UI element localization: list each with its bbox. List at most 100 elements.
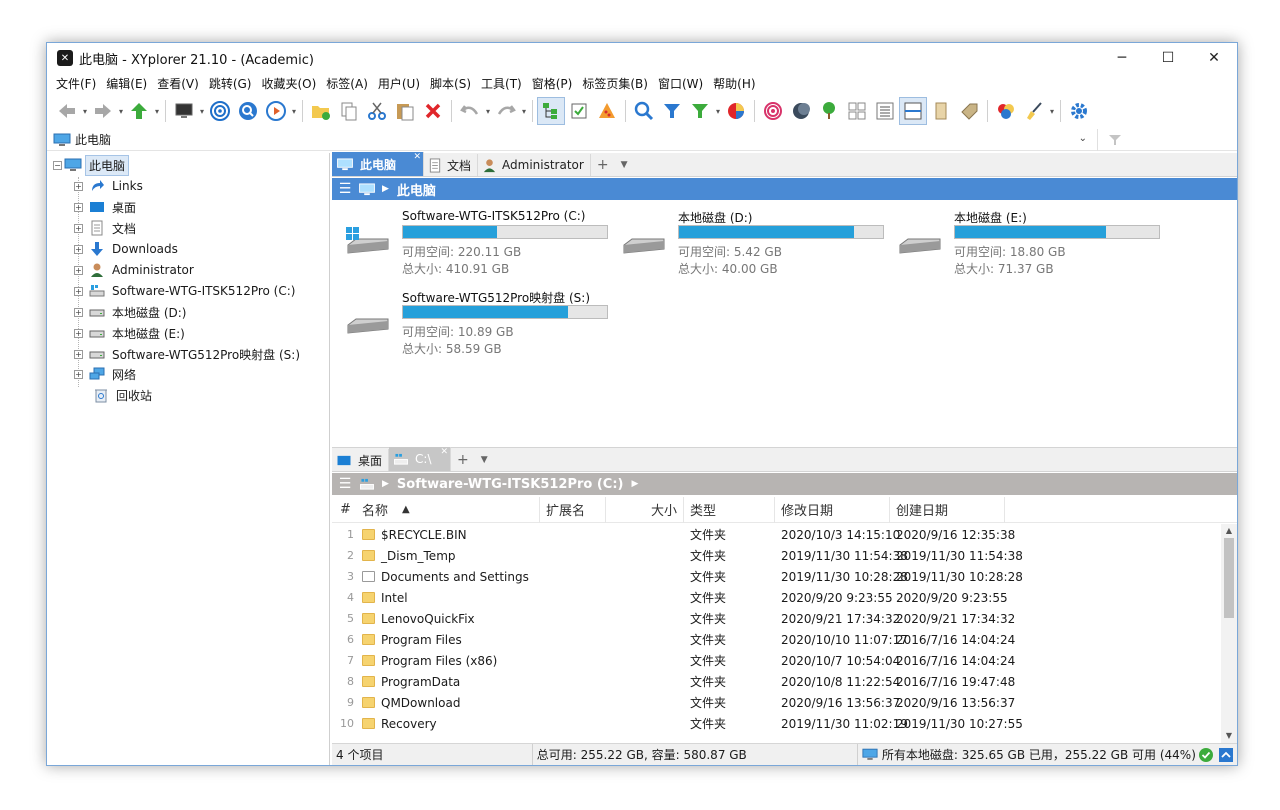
drive-tile-c[interactable]: Software-WTG-ITSK512Pro (C:) 可用空间: 220.1… [338,205,614,277]
title-bar[interactable]: ✕ 此电脑 - XYplorer 21.10 - (Academic) ─ ☐ … [47,43,1237,73]
tree-item-drive-c[interactable]: + Software-WTG-ITSK512Pro (C:) [74,281,298,301]
scroll-thumb[interactable] [1224,538,1234,618]
spiral-button[interactable] [759,97,787,125]
column-header-num[interactable]: # [332,497,354,523]
column-header-ext[interactable]: 扩展名 [540,496,606,523]
tree-item-recycle-bin[interactable]: 回收站 [87,385,155,405]
table-row[interactable]: 9 QMDownload 文件夹 2020/9/16 13:56:37 2020/9/1… [332,692,1221,713]
breadcrumb-bottom[interactable]: ☰ ▶ Software-WTG-ITSK512Pro (C:) ▶ [332,473,1237,495]
forward-dropdown[interactable]: ▾ [117,107,125,116]
expand-icon[interactable]: + [74,223,83,233]
dual-pane-button[interactable] [899,97,927,125]
hamburger-icon[interactable]: ☰ [332,181,358,197]
file-list[interactable]: 1 $RECYCLE.BIN 文件夹 2020/10/3 14:15:10 2020/9… [332,524,1221,743]
column-header-type[interactable]: 类型 [684,496,775,523]
table-row[interactable]: 8 ProgramData 文件夹 2020/10/8 11:22:54 2016/7/… [332,671,1221,692]
redo-button[interactable] [492,97,520,125]
menu-window[interactable]: 窗口(W) [653,75,708,92]
expand-icon[interactable]: + [74,349,83,359]
tab-administrator[interactable]: Administrator [478,154,591,176]
table-row[interactable]: 6 Program Files 文件夹 2020/10/10 11:07:17 2016… [332,629,1221,650]
play-button[interactable] [262,97,290,125]
column-header-modified[interactable]: 修改日期 [775,496,890,523]
tab-close-icon[interactable]: ✕ [413,152,421,162]
color-button[interactable] [992,97,1020,125]
clean-button[interactable] [1020,97,1048,125]
tree-toggle-button[interactable] [537,97,565,125]
menu-tabsets[interactable]: 标签页集(B) [577,75,653,92]
expand-icon[interactable]: + [74,202,83,212]
up-button[interactable] [125,97,153,125]
breadcrumb-item[interactable]: Software-WTG-ITSK512Pro (C:) [397,477,624,492]
pane-top[interactable]: 此电脑 ✕ 文档 Administrator + ▼ ☰ ▶ 此电脑 Softw… [332,152,1237,445]
target-button[interactable] [206,97,234,125]
address-filter-box[interactable] [1097,129,1237,151]
forward-button[interactable] [89,97,117,125]
back-button[interactable] [53,97,81,125]
breadcrumb-top[interactable]: ☰ ▶ 此电脑 [332,178,1237,200]
table-row[interactable]: 3 Documents and Settings 文件夹 2019/11/30 10:… [332,566,1221,587]
breadcrumb-item[interactable]: 此电脑 [397,180,436,199]
file-name-cell[interactable]: Documents and Settings [354,570,540,584]
computer-dropdown[interactable]: ▾ [198,107,206,116]
table-row[interactable]: 1 $RECYCLE.BIN 文件夹 2020/10/3 14:15:10 2020/9… [332,524,1221,545]
table-row[interactable]: 5 LenovoQuickFix 文件夹 2020/9/21 17:34:32 2020… [332,608,1221,629]
menu-scripting[interactable]: 脚本(S) [425,75,476,92]
scroll-down-icon[interactable]: ▼ [1221,729,1237,743]
new-folder-button[interactable] [307,97,335,125]
minimize-button[interactable]: ─ [1099,43,1145,73]
delete-button[interactable] [419,97,447,125]
chevron-right-icon[interactable]: ▶ [382,184,389,194]
add-tab-button[interactable]: + [591,154,615,176]
file-name-cell[interactable]: LenovoQuickFix [354,612,540,626]
redo-dropdown[interactable]: ▾ [520,107,528,116]
tab-close-icon[interactable]: ✕ [440,447,448,457]
file-name-cell[interactable]: Intel [354,591,540,605]
menu-user[interactable]: 用户(U) [373,75,425,92]
color-filter-button[interactable] [722,97,750,125]
chevron-right-icon[interactable]: ▶ [382,479,389,489]
tag-button[interactable] [955,97,983,125]
tree-item-drive-e[interactable]: + 本地磁盘 (E:) [74,323,188,343]
table-row[interactable]: 4 Intel 文件夹 2020/9/20 9:23:55 2020/9/20 9:23… [332,587,1221,608]
green-filter-button[interactable] [686,97,714,125]
table-row[interactable]: 2 _Dism_Temp 文件夹 2019/11/30 11:54:38 2019/11… [332,545,1221,566]
table-row[interactable]: 10 Recovery 文件夹 2019/11/30 11:02:19 2019/11/… [332,713,1221,734]
status-expand-icon[interactable] [1215,744,1237,766]
expand-icon[interactable]: + [74,265,83,275]
tree-item-drive-d[interactable]: + 本地磁盘 (D:) [74,302,189,322]
file-name-cell[interactable]: Program Files [354,633,540,647]
moon-button[interactable] [787,97,815,125]
table-row[interactable]: 7 Program Files (x86) 文件夹 2020/10/7 10:54:0… [332,650,1221,671]
back-dropdown[interactable]: ▾ [81,107,89,116]
address-bar[interactable]: 此电脑 ⌄ [47,129,1237,151]
file-name-cell[interactable]: Program Files (x86) [354,654,540,668]
tree-item-documents[interactable]: + 文档 [74,218,139,238]
status-ok-icon[interactable] [1196,744,1216,766]
vertical-scrollbar[interactable]: ▲ ▼ [1221,524,1237,743]
tree-item-administrator[interactable]: + Administrator [74,260,197,280]
expand-icon[interactable]: + [74,181,83,191]
menu-help[interactable]: 帮助(H) [708,75,760,92]
computer-button[interactable] [170,97,198,125]
expand-icon[interactable]: + [74,286,83,296]
tab-list-dropdown[interactable]: ▼ [475,449,494,471]
tab-documents[interactable]: 文档 [424,154,479,176]
scroll-up-icon[interactable]: ▲ [1221,524,1237,538]
tree-item-this-pc[interactable]: − 此电脑 [53,154,130,176]
tab-drive-c[interactable]: C:\ ✕ [389,447,452,471]
menu-view[interactable]: 查看(V) [152,75,204,92]
file-name-cell[interactable]: Recovery [354,717,540,731]
settings-button[interactable] [1065,97,1093,125]
add-tab-button[interactable]: + [451,449,475,471]
maximize-button[interactable]: ☐ [1145,43,1191,73]
tree-item-links[interactable]: + Links [74,176,146,196]
menu-edit[interactable]: 编辑(E) [101,75,152,92]
tree-item-downloads[interactable]: + Downloads [74,239,181,259]
checkbox-button[interactable] [565,97,593,125]
green-filter-dropdown[interactable]: ▾ [714,107,722,116]
tree-button[interactable] [815,97,843,125]
tab-this-pc[interactable]: 此电脑 ✕ [332,152,424,176]
undo-button[interactable] [456,97,484,125]
preview-button[interactable] [927,97,955,125]
